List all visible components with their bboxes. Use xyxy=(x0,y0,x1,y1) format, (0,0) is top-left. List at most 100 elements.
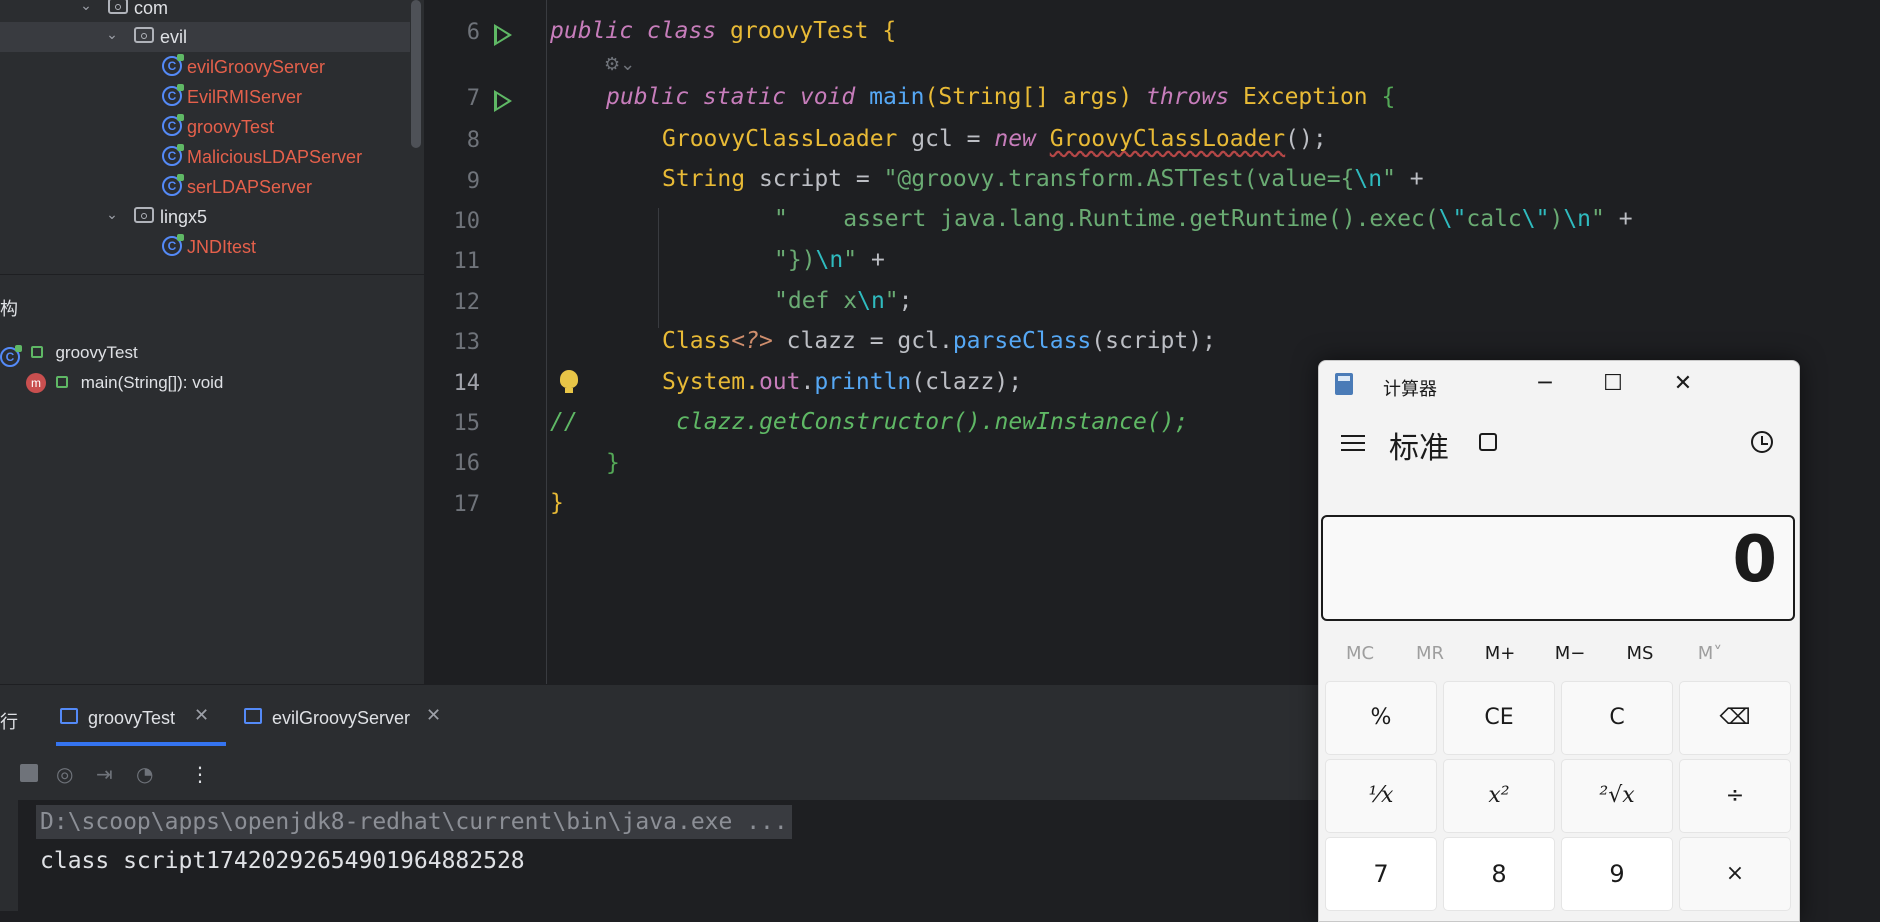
maximize-button[interactable]: ☐ xyxy=(1587,367,1639,401)
console-icon xyxy=(244,708,262,724)
structure-panel: 构 C groovyTest m main(String[]): void xyxy=(0,274,424,685)
digit-8-button[interactable]: 8 xyxy=(1443,837,1555,911)
display-value: 0 xyxy=(1732,523,1777,597)
run-gutter-icon[interactable] xyxy=(494,90,512,112)
camera-icon[interactable]: ◎ xyxy=(56,762,73,786)
tree-item-com[interactable]: ⌄ com xyxy=(0,0,410,23)
digit-7-button[interactable]: 7 xyxy=(1325,837,1437,911)
memory-add-button[interactable]: M+ xyxy=(1465,643,1535,664)
code-line: "def x\n"; xyxy=(774,288,913,314)
class-icon: C xyxy=(0,345,22,367)
line-number: 11 xyxy=(453,249,481,274)
keep-on-top-icon[interactable] xyxy=(1479,433,1497,451)
line-number: 16 xyxy=(453,451,481,476)
calculator-display: 0 xyxy=(1321,515,1795,621)
close-icon[interactable]: ✕ xyxy=(426,705,441,726)
calculator-app-icon xyxy=(1335,373,1353,395)
digit-9-button[interactable]: 9 xyxy=(1561,837,1673,911)
lightbulb-icon[interactable] xyxy=(560,370,578,393)
memory-store-button[interactable]: MS xyxy=(1605,643,1675,664)
tree-scrollbar[interactable] xyxy=(411,0,421,148)
class-icon: C xyxy=(162,234,184,256)
tree-item-class[interactable]: C JNDItest xyxy=(0,232,410,262)
gutter-divider xyxy=(546,0,547,684)
line-number: 12 xyxy=(453,290,481,315)
memory-subtract-button[interactable]: M− xyxy=(1535,643,1605,664)
chevron-down-icon[interactable]: ⌄ xyxy=(104,206,120,222)
line-number: 8 xyxy=(466,128,480,153)
calculator-title: 计算器 xyxy=(1383,379,1437,400)
lock-icon xyxy=(56,376,68,388)
structure-method-item[interactable]: m main(String[]): void xyxy=(26,373,223,393)
history-icon[interactable] xyxy=(1751,431,1773,453)
more-icon[interactable]: ⋮ xyxy=(190,762,210,786)
multiply-button[interactable]: × xyxy=(1679,837,1791,911)
chevron-down-icon[interactable]: ⌄ xyxy=(78,0,94,13)
memory-clear-button[interactable]: MC xyxy=(1325,643,1395,664)
divide-button[interactable]: ÷ xyxy=(1679,759,1791,833)
code-line: } xyxy=(606,450,620,476)
tree-item-class[interactable]: C evilGroovyServer xyxy=(0,52,410,82)
code-line: Class<?> clazz = gcl.parseClass(script); xyxy=(662,328,1216,354)
run-gutter-icon[interactable] xyxy=(494,24,512,46)
square-button[interactable]: x² xyxy=(1443,759,1555,833)
tree-item-class[interactable]: C groovyTest xyxy=(0,112,410,142)
package-icon xyxy=(134,207,154,223)
code-line: GroovyClassLoader gcl = new GroovyClassL… xyxy=(662,126,1327,152)
class-icon: C xyxy=(162,174,184,196)
clear-entry-button[interactable]: CE xyxy=(1443,681,1555,755)
package-icon xyxy=(134,27,154,43)
console-icon xyxy=(60,708,78,724)
line-number: 13 xyxy=(453,330,481,355)
code-line: public class groovyTest { xyxy=(550,18,897,44)
class-icon: C xyxy=(162,144,184,166)
percent-button[interactable]: % xyxy=(1325,681,1437,755)
tree-item-class[interactable]: C serLDAPServer xyxy=(0,172,410,202)
line-number-current: 14 xyxy=(453,371,481,396)
lock-icon xyxy=(30,346,43,358)
ai-assistant-icon[interactable]: ⚙⌄ xyxy=(604,54,635,75)
project-tree: ⌄ com ⌄ evil C evilGroovyServer C EvilRM… xyxy=(0,0,424,274)
calculator-mode: 标准 xyxy=(1389,431,1449,466)
stop-icon[interactable] xyxy=(20,764,38,782)
tree-item-lingx5[interactable]: ⌄ lingx5 xyxy=(0,202,410,232)
close-button[interactable]: ✕ xyxy=(1657,367,1709,401)
line-number: 15 xyxy=(453,411,481,436)
clear-button[interactable]: C xyxy=(1561,681,1673,755)
code-line: } xyxy=(550,490,564,516)
code-line: // xyxy=(550,409,578,435)
run-toolbar: ◎ ⇥ ◔ ⋮ xyxy=(0,746,1320,801)
tab-groovyTest[interactable]: groovyTest ✕ xyxy=(56,685,226,747)
profiler-icon[interactable]: ◔ xyxy=(136,762,153,786)
run-tool-window-tabs: 行 groovyTest ✕ evilGroovyServer ✕ xyxy=(0,684,1320,747)
line-number: 9 xyxy=(466,169,480,194)
line-number: 17 xyxy=(453,492,481,517)
tree-item-class[interactable]: C EvilRMIServer xyxy=(0,82,410,112)
close-icon[interactable]: ✕ xyxy=(194,705,209,726)
reciprocal-button[interactable]: ⅟x xyxy=(1325,759,1437,833)
structure-class-item[interactable]: C groovyTest xyxy=(0,343,138,367)
tree-item-evil[interactable]: ⌄ evil xyxy=(0,22,410,52)
class-icon: C xyxy=(162,54,184,76)
tree-item-class[interactable]: C MaliciousLDAPServer xyxy=(0,142,410,172)
class-icon: C xyxy=(162,84,184,106)
console-command-line[interactable]: D:\scoop\apps\openjdk8-redhat\current\bi… xyxy=(36,805,792,839)
backspace-button[interactable]: ⌫ xyxy=(1679,681,1791,755)
export-icon[interactable]: ⇥ xyxy=(96,762,113,786)
calculator-window[interactable]: 计算器 ─ ☐ ✕ 标准 0 MC MR M+ M− MS M˅ % CE C … xyxy=(1318,360,1800,922)
code-comment: clazz.getConstructor().newInstance(); xyxy=(676,409,1189,435)
menu-icon[interactable] xyxy=(1341,435,1365,437)
code-line: "})\n" + xyxy=(774,247,885,273)
code-line: " assert java.lang.Runtime.getRuntime().… xyxy=(774,206,1633,232)
minimize-button[interactable]: ─ xyxy=(1519,367,1571,401)
tab-evilGroovyServer[interactable]: evilGroovyServer ✕ xyxy=(244,685,454,747)
memory-recall-button[interactable]: MR xyxy=(1395,643,1465,664)
square-root-button[interactable]: ²√x xyxy=(1561,759,1673,833)
memory-list-button[interactable]: M˅ xyxy=(1675,643,1745,664)
structure-title: 构 xyxy=(0,299,18,320)
code-line: String script = "@groovy.transform.ASTTe… xyxy=(662,166,1424,192)
chevron-down-icon[interactable]: ⌄ xyxy=(104,26,120,42)
line-number: 6 xyxy=(466,20,480,45)
console-output-line: class script17420292654901964882528 xyxy=(40,848,525,874)
code-line: public static void main(String[] args) t… xyxy=(606,84,1396,110)
